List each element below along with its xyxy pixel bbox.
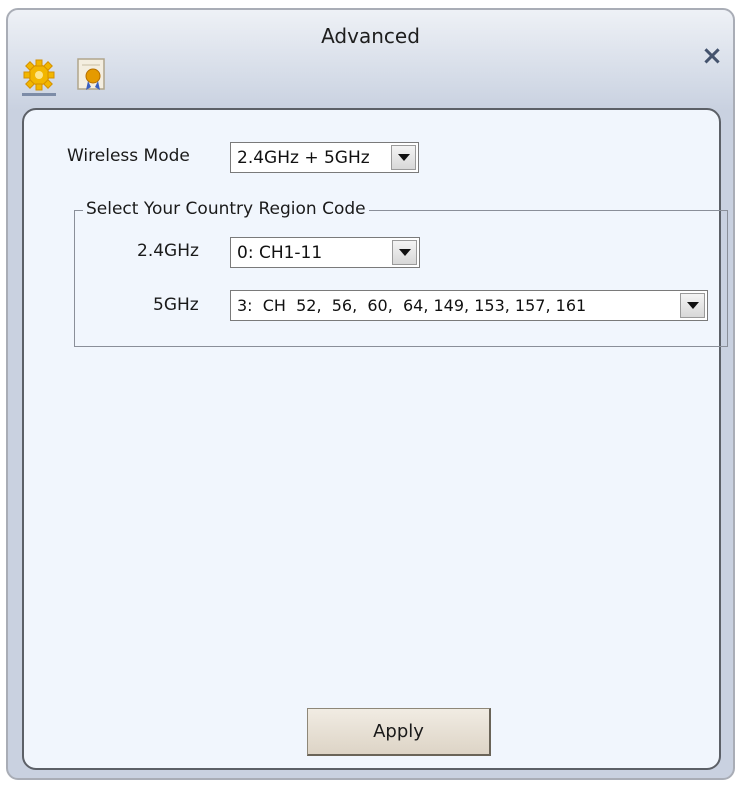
certificate-icon [77,58,105,90]
tab-general[interactable] [22,57,56,96]
wireless-mode-select[interactable]: 2.4GHz + 5GHz [230,142,419,173]
window-title: Advanced [321,24,420,48]
content-panel: Wireless Mode 2.4GHz + 5GHz Select Your … [22,108,728,770]
tab-selected-indicator [22,93,56,96]
band-24ghz-label: 2.4GHz [137,241,199,261]
chevron-down-icon[interactable] [680,293,705,318]
region-5ghz-select[interactable]: 3: CH 52, 56, 60, 64, 149, 153, 157, 161 [230,290,708,321]
wireless-mode-label: Wireless Mode [67,146,190,166]
wireless-mode-value: 2.4GHz + 5GHz [237,148,370,168]
chevron-down-icon[interactable] [391,145,416,170]
chevron-down-icon[interactable] [392,240,417,265]
band-5ghz-label: 5GHz [153,295,199,315]
region-code-legend: Select Your Country Region Code [83,199,369,219]
region-code-group: Select Your Country Region Code 2.4GHz 0… [74,199,728,347]
apply-button[interactable]: Apply [307,708,491,756]
region-5ghz-value: 3: CH 52, 56, 60, 64, 149, 153, 157, 161 [237,296,587,315]
region-24ghz-select[interactable]: 0: CH1-11 [230,237,420,268]
advanced-dialog: Advanced × Wireless Mode 2.4GHz + 5GHz S… [6,8,735,780]
close-button[interactable]: × [699,43,725,69]
tab-certificate[interactable] [76,57,110,93]
region-24ghz-value: 0: CH1-11 [237,243,323,263]
gear-icon [23,59,55,91]
